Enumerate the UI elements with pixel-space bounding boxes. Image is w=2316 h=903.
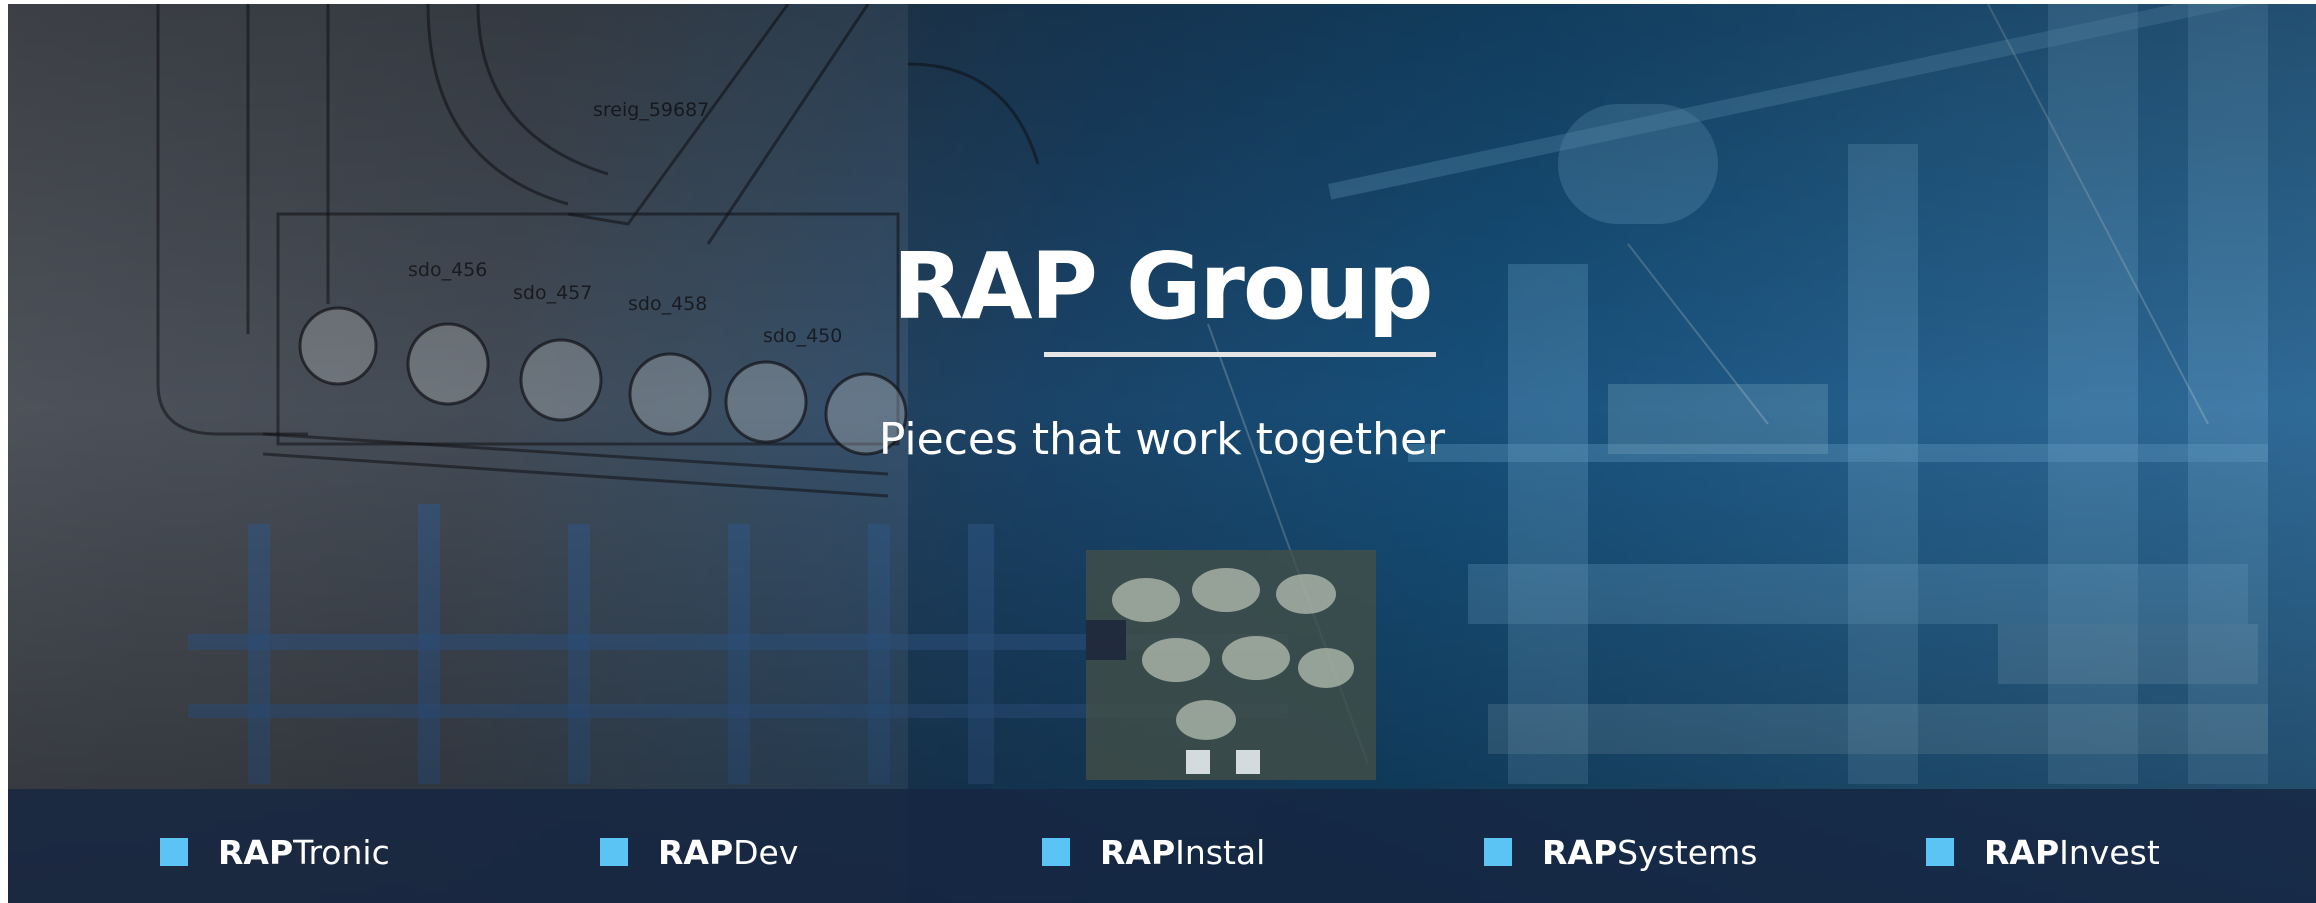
brand-link-rapinvest[interactable]: RAP Invest — [1926, 832, 2160, 872]
square-bullet-icon — [1042, 838, 1070, 866]
page-title: RAP Group — [892, 233, 1434, 340]
brand-suffix: Invest — [2059, 832, 2160, 872]
brand-suffix: Instal — [1175, 832, 1266, 872]
square-bullet-icon — [160, 838, 188, 866]
puzzle-piece-image — [1086, 550, 1376, 780]
brand-suffix: Tronic — [293, 832, 390, 872]
brand-prefix: RAP — [1984, 832, 2060, 872]
title-divider — [1044, 352, 1436, 357]
brand-suffix: Systems — [1617, 832, 1758, 872]
brand-suffix: Dev — [733, 832, 799, 872]
brand-prefix: RAP — [218, 832, 294, 872]
hero-banner: sreig_59687 sdo_456 sdo_457 sdo_458 sdo_… — [8, 4, 2316, 903]
square-bullet-icon — [1484, 838, 1512, 866]
brand-link-rapsystems[interactable]: RAP Systems — [1484, 832, 1757, 872]
square-bullet-icon — [600, 838, 628, 866]
square-bullet-icon — [1926, 838, 1954, 866]
brand-link-raptronic[interactable]: RAP Tronic — [160, 832, 390, 872]
brand-prefix: RAP — [1100, 832, 1176, 872]
brand-prefix: RAP — [1542, 832, 1618, 872]
brand-prefix: RAP — [658, 832, 734, 872]
page-subtitle: Pieces that work together — [878, 414, 1446, 465]
brand-link-rapinstal[interactable]: RAP Instal — [1042, 832, 1265, 872]
brand-link-rapdev[interactable]: RAP Dev — [600, 832, 798, 872]
